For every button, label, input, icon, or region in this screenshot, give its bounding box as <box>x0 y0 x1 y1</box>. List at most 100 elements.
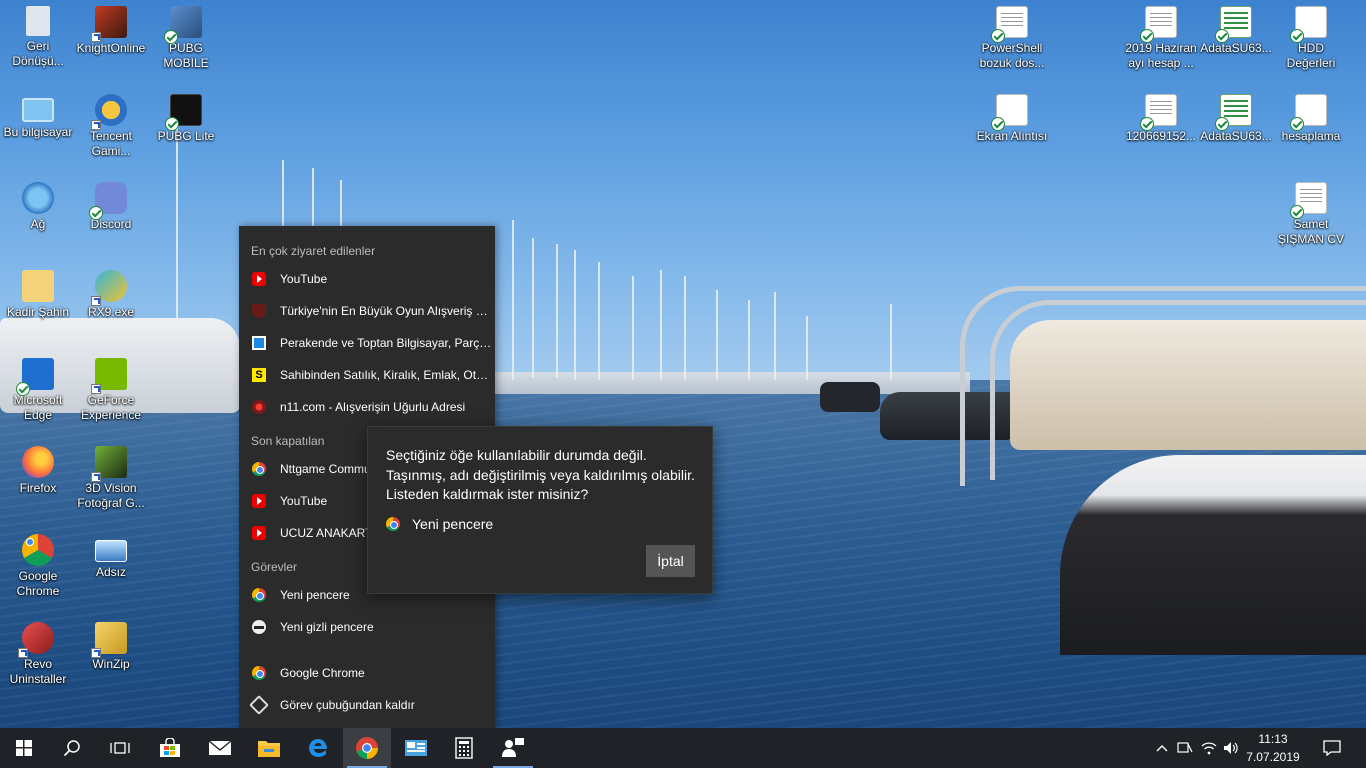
tray-show-hidden-button[interactable] <box>1150 728 1174 768</box>
mail-icon <box>208 740 232 755</box>
wallpaper-marina <box>470 372 970 394</box>
section-most-visited: En çok ziyaret edilenler <box>251 244 376 258</box>
desktop-icon-label: HDD Değerleri <box>1286 41 1336 70</box>
jumplist-unpin-from-taskbar[interactable]: Görev çubuğundan kaldır <box>239 689 495 721</box>
desktop-icon-network[interactable]: Ağ <box>0 182 76 232</box>
spreadsheet-icon <box>1215 6 1252 43</box>
dialog-message: Seçtiğiniz öğe kullanılabilir durumda de… <box>386 447 695 502</box>
dialog-item-label: Yeni pencere <box>412 516 494 532</box>
desktop-icon-pubg-lite[interactable]: PUBG Lite <box>148 94 224 144</box>
desktop-icon-label: KnightOnline <box>76 41 146 55</box>
desktop-icon-adata-1[interactable]: AdataSU63... <box>1198 6 1274 56</box>
shield-icon <box>252 304 266 318</box>
start-button[interactable] <box>0 728 48 768</box>
desktop-icon-3d-vision[interactable]: 3D Vision Fotoğraf G... <box>73 446 149 511</box>
tray-network-button[interactable] <box>1198 728 1220 768</box>
desktop-icon-edge[interactable]: Microsoft Edge <box>0 358 76 423</box>
start-icon <box>16 740 32 756</box>
chevron-up-icon <box>1156 745 1168 752</box>
jumplist-app-google-chrome[interactable]: Google Chrome <box>239 657 495 689</box>
wallpaper-mast <box>716 290 718 380</box>
cancel-button[interactable]: İptal <box>646 545 695 577</box>
jumplist-item-perakende[interactable]: Perakende ve Toptan Bilgisayar, Parça... <box>239 327 495 359</box>
taskbar-edge-button[interactable] <box>294 728 342 768</box>
desktop-icon-discord[interactable]: Discord <box>73 182 149 232</box>
desktop-icon-winzip[interactable]: WinZip <box>73 622 149 672</box>
chrome-icon <box>252 666 266 680</box>
wifi-icon <box>1201 742 1217 755</box>
taskbar-clock[interactable]: 11:13 7.07.2019 <box>1245 730 1301 766</box>
desktop-icon-kadir-sahin[interactable]: Kadir Şahin <box>0 270 76 320</box>
chrome-icon <box>252 588 266 602</box>
wallpaper-mast <box>632 276 634 380</box>
search-button[interactable] <box>48 728 96 768</box>
jumplist-task-new-incognito[interactable]: Yeni gizli pencere <box>239 611 495 643</box>
task-view-icon <box>110 742 130 754</box>
discord-icon <box>89 182 127 220</box>
jumplist-item-n11[interactable]: n11.com - Alışverişin Uğurlu Adresi <box>239 391 495 423</box>
edge-icon <box>309 739 327 757</box>
desktop-icon-pubg-mobile[interactable]: PUBG MOBILE <box>148 6 224 71</box>
desktop-icon-google-chrome[interactable]: Google Chrome <box>0 534 76 599</box>
desktop-icon-label: Firefox <box>19 481 57 495</box>
desktop-icon-label: Samet ŞIŞMAN CV <box>1277 217 1344 246</box>
desktop-icon-this-pc[interactable]: Bu bilgisayar <box>0 94 76 140</box>
notification-icon <box>1323 740 1341 756</box>
wallpaper-mast <box>748 300 750 380</box>
taskbar-control-panel-button[interactable] <box>392 728 440 768</box>
desktop-icon-label: PUBG Lite <box>157 129 215 143</box>
desktop-icon-powershell-doc[interactable]: PowerShell bozuk dos... <box>974 6 1050 71</box>
desktop-icon-revo[interactable]: Revo Uninstaller <box>0 622 76 687</box>
desktop-icon-recycle-bin[interactable]: Geri Dönüşü... <box>0 6 76 69</box>
wallpaper-mast <box>660 270 662 380</box>
desktop-icon-120669152[interactable]: 120669152... <box>1123 94 1199 144</box>
taskbar-people-button[interactable] <box>489 728 537 768</box>
action-center-button[interactable] <box>1312 728 1352 768</box>
desktop-icon-label: AdataSU63... <box>1200 129 1272 143</box>
taskbar-mail-button[interactable] <box>196 728 244 768</box>
jumplist-item-youtube[interactable]: YouTube <box>239 263 495 295</box>
jumplist-item-label: Nttgame Commu <box>280 462 371 476</box>
desktop-icon-ekran-alintisi[interactable]: Ekran Alıntısı <box>974 94 1050 144</box>
taskbar-store-button[interactable] <box>146 728 194 768</box>
tray-volume-button[interactable] <box>1220 728 1242 768</box>
desktop-icon-firefox[interactable]: Firefox <box>0 446 76 496</box>
taskbar-calculator-button[interactable] <box>440 728 488 768</box>
screenshot-file-icon <box>1290 6 1327 43</box>
taskbar-file-explorer-button[interactable] <box>245 728 293 768</box>
wallpaper-mast <box>890 304 892 380</box>
desktop-icon-label: Adsız <box>95 565 126 579</box>
task-view-button[interactable] <box>96 728 144 768</box>
desktop-icon-tencent[interactable]: Tencent Gami... <box>73 94 149 159</box>
store-icon <box>160 738 180 757</box>
desktop-icon-adata-2[interactable]: AdataSU63... <box>1198 94 1274 144</box>
desktop-icon-label: 3D Vision Fotoğraf G... <box>77 481 145 510</box>
n11-icon <box>252 400 266 414</box>
taskbar-chrome-button[interactable] <box>343 728 391 768</box>
tray-input-indicator[interactable] <box>1174 728 1196 768</box>
desktop-icon-label: GeForce Experience <box>80 393 142 422</box>
desktop-icon-label: Tencent Gami... <box>89 129 133 158</box>
section-recently-closed: Son kapatılan <box>251 434 325 448</box>
desktop-icon-rx9[interactable]: RX9.exe <box>73 270 149 320</box>
wallpaper-mast <box>556 244 558 378</box>
desktop-icon-label: Ağ <box>30 217 46 231</box>
jumplist-item-oyun-alisveris[interactable]: Türkiye'nin En Büyük Oyun Alışveriş Sit.… <box>239 295 495 327</box>
desktop-icon-geforce[interactable]: GeForce Experience <box>73 358 149 423</box>
desktop-icon-haziran-hesap[interactable]: 2019 Haziran ayı hesap ... <box>1123 6 1199 71</box>
recycle-bin-icon <box>26 6 50 36</box>
dialog-item-new-window: Yeni pencere <box>386 516 493 532</box>
desktop-icon-hesaplama[interactable]: hesaplama <box>1273 94 1349 144</box>
3d-vision-icon <box>91 446 127 482</box>
desktop-icon-adsiz[interactable]: Adsız <box>73 534 149 580</box>
desktop-icon-label: WinZip <box>92 657 130 671</box>
desktop-icon-samet-cv[interactable]: Samet ŞIŞMAN CV <box>1273 182 1349 247</box>
desktop-icon-knightonline[interactable]: KnightOnline <box>73 6 149 56</box>
youtube-icon <box>252 272 266 286</box>
desktop-icon-hdd-degerleri[interactable]: HDD Değerleri <box>1273 6 1349 71</box>
jumplist-item-sahibinden[interactable]: S Sahibinden Satılık, Kiralık, Emlak, Ot… <box>239 359 495 391</box>
desktop-icon-label: AdataSU63... <box>1200 41 1272 55</box>
exe-icon <box>91 270 127 306</box>
desktop-icon-label: PUBG MOBILE <box>163 41 209 70</box>
geforce-icon <box>91 358 127 394</box>
